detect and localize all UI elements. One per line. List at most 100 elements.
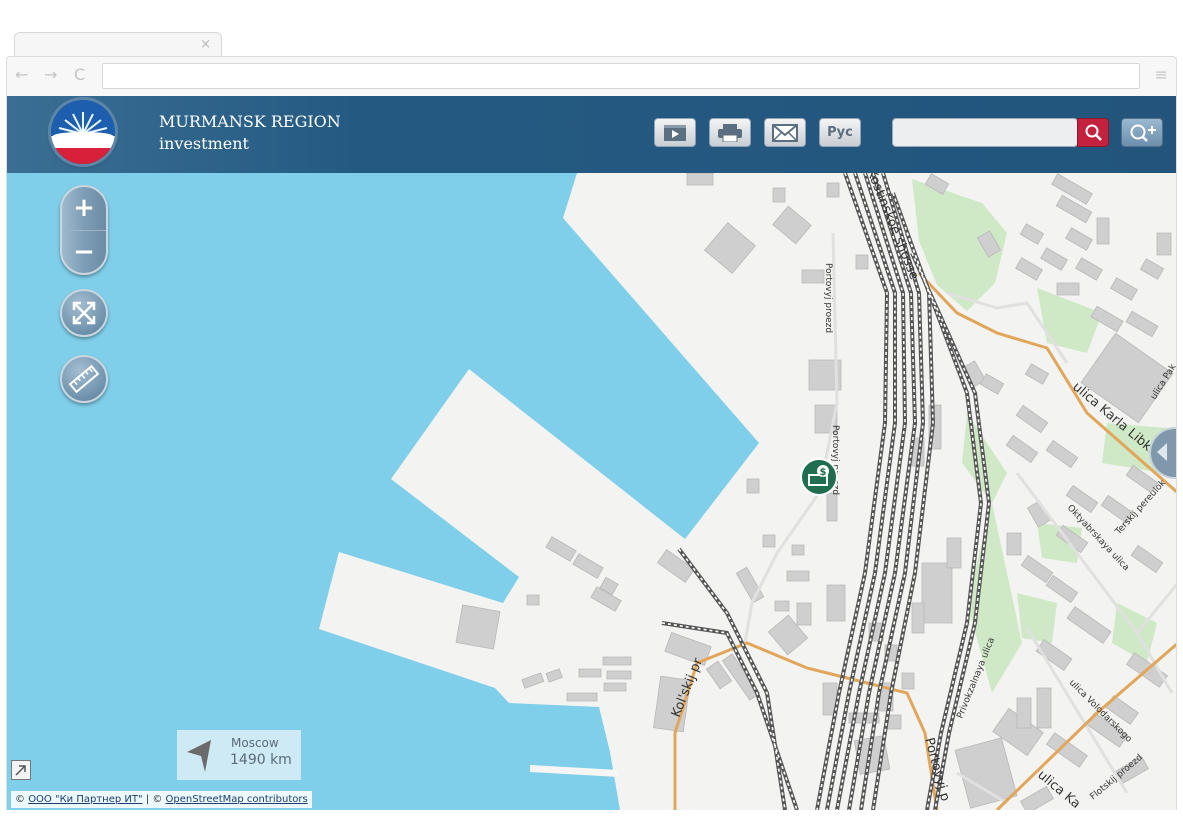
browser-menu-icon[interactable]: ≡ (1155, 66, 1168, 84)
browser-chrome: × ← → C ≡ (6, 30, 1177, 96)
map-view[interactable]: Portovyj proezd Portovyj proezd Kostinsk… (7, 173, 1177, 810)
building (1156, 232, 1172, 256)
building (602, 656, 632, 666)
print-button[interactable] (709, 118, 751, 147)
fullscreen-icon (72, 301, 96, 325)
building (901, 672, 915, 690)
building (455, 604, 501, 650)
building (1045, 574, 1079, 604)
building (796, 602, 812, 626)
building (1066, 606, 1112, 644)
building (1035, 638, 1073, 672)
email-button[interactable] (764, 118, 806, 147)
street-label: Flotskij proezd (1089, 753, 1145, 803)
street-label: Portovyj proezd (823, 263, 833, 333)
building (826, 584, 846, 622)
building (772, 205, 812, 245)
presentation-button[interactable] (654, 118, 696, 147)
building (1096, 217, 1110, 245)
park-area (967, 503, 1022, 693)
map-attribution: © ООО "Ки Партнер ИТ" | © OpenStreetMap … (11, 791, 312, 808)
fullscreen-button[interactable] (60, 289, 108, 337)
building (1139, 258, 1165, 280)
building (545, 668, 563, 683)
app-window: MURMANSK REGION investment Рус Portovyj … (6, 96, 1177, 810)
browser-tab[interactable]: × (14, 32, 222, 59)
building (1036, 687, 1052, 729)
app-header: MURMANSK REGION investment Рус (7, 96, 1176, 173)
building (1005, 434, 1039, 464)
attribution-separator: | © (145, 794, 163, 805)
building (921, 562, 953, 624)
svg-text:$: $ (820, 467, 827, 478)
building (1065, 227, 1093, 251)
building (1110, 277, 1138, 301)
play-icon (664, 125, 686, 141)
building (826, 182, 840, 198)
direction-indicator: Moscow 1490 km (177, 730, 301, 780)
forward-arrow-icon[interactable]: → (44, 66, 57, 84)
search-input[interactable] (897, 122, 1071, 145)
building (762, 534, 776, 548)
chevron-left-icon (1157, 443, 1167, 461)
building (1006, 532, 1022, 556)
direction-city: Moscow (231, 736, 279, 750)
region-logo-icon[interactable] (51, 100, 115, 164)
ruler-button[interactable] (60, 355, 108, 403)
reload-icon[interactable]: C (74, 66, 85, 84)
building (946, 537, 962, 569)
building (1015, 257, 1043, 281)
osm-link[interactable]: OpenStreetMap contributors (166, 794, 308, 805)
advanced-search-button[interactable] (1121, 118, 1163, 147)
company-link[interactable]: ООО "Ки Партнер ИТ" (28, 794, 142, 805)
building (772, 187, 786, 203)
building (704, 222, 756, 274)
building (578, 668, 602, 678)
map-canvas[interactable]: Portovyj proezd Portovyj proezd Kostinsk… (7, 173, 1177, 810)
building (1016, 697, 1032, 729)
attribution-prefix: © (15, 794, 25, 805)
tab-close-icon[interactable]: × (200, 37, 211, 53)
building (791, 544, 805, 556)
building (1015, 404, 1049, 434)
arrow-expand-icon (15, 765, 26, 776)
building (1019, 223, 1045, 245)
back-arrow-icon[interactable]: ← (15, 66, 28, 84)
building (1075, 257, 1103, 281)
zoom-out-button[interactable]: − (62, 230, 106, 274)
park-area (1037, 288, 1102, 353)
building (855, 254, 869, 270)
water-bay (7, 173, 759, 810)
building (603, 682, 627, 692)
building (1045, 439, 1079, 469)
building (786, 570, 810, 582)
building (774, 600, 790, 612)
bank-marker-icon[interactable]: $ (800, 458, 838, 496)
building (526, 594, 540, 606)
envelope-icon (772, 124, 798, 142)
building (572, 553, 604, 579)
search-button[interactable] (1077, 118, 1109, 147)
browser-toolbar: ← → C ≡ (6, 56, 1177, 96)
direction-distance: 1490 km (230, 752, 292, 768)
direction-arrow-icon (187, 740, 211, 772)
address-bar[interactable] (102, 63, 1140, 89)
building (545, 536, 577, 562)
building (1056, 282, 1080, 296)
minor-road (1135, 583, 1176, 634)
building (801, 269, 825, 284)
zoom-in-button[interactable]: + (62, 187, 106, 230)
building (521, 672, 545, 689)
building (746, 478, 760, 494)
language-button[interactable]: Рус (819, 118, 861, 147)
park-area (1017, 593, 1057, 643)
building (1130, 544, 1164, 574)
printer-icon (718, 124, 742, 143)
expand-map-button[interactable] (11, 760, 31, 780)
building (1051, 173, 1093, 205)
building (1024, 363, 1050, 385)
building (686, 173, 714, 186)
building (1046, 732, 1088, 768)
page-title: MURMANSK REGION (159, 112, 341, 131)
building (911, 602, 925, 634)
